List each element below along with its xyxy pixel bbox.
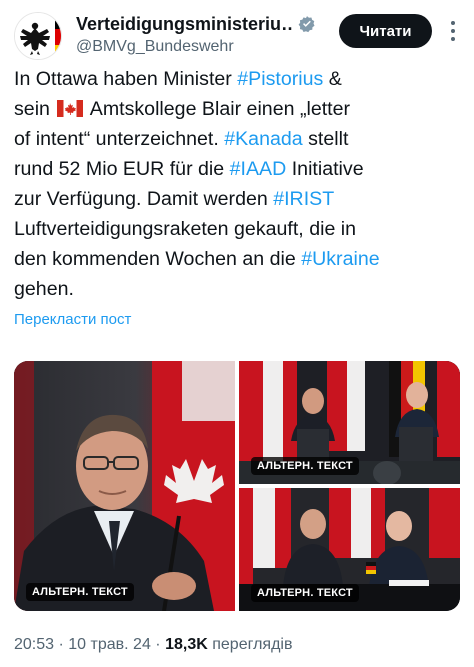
post-time[interactable]: 20:53 [14, 636, 54, 653]
tweet-text-line: Luftverteidigungsraketen gekauft, die in [14, 214, 460, 244]
photo-portrait-image [14, 361, 235, 611]
display-name[interactable]: Verteidigungsministeriu… [76, 14, 292, 35]
canada-flag-icon [57, 96, 84, 117]
tweet-text-segment: & [323, 68, 342, 90]
photo-press-conference[interactable]: АЛЬТЕРН. ТЕКСТ [239, 361, 460, 484]
tweet-text-line: sein Amtskollege Blair einen „letter [14, 94, 460, 124]
eagle-logo-icon [15, 13, 61, 59]
alt-text-badge[interactable]: АЛЬТЕРН. ТЕКСТ [26, 583, 134, 601]
meta-separator: · [155, 636, 161, 653]
tweet-text-line: den kommenden Wochen an die #Ukraine [14, 244, 460, 274]
hashtag-link[interactable]: #IRIST [273, 188, 334, 210]
tweet-text-line: gehen. [14, 274, 460, 304]
post-meta: 20:53 · 10 трав. 24 · 18,3K переглядів [14, 636, 292, 654]
tweet-text-segment: Luftverteidigungsraketen gekauft, die in [14, 218, 357, 240]
tweet-text-segment: Initiative [286, 158, 364, 180]
alt-text-badge[interactable]: АЛЬТЕРН. ТЕКСТ [251, 584, 359, 602]
hashtag-link[interactable]: #Kanada [224, 128, 302, 150]
read-button[interactable]: Читати [339, 14, 432, 48]
tweet-text-line: zur Verfügung. Damit werden #IRIST [14, 184, 460, 214]
alt-text-badge[interactable]: АЛЬТЕРН. ТЕКСТ [251, 457, 359, 475]
hashtag-link[interactable]: #Ukraine [301, 248, 379, 270]
tweet-text: In Ottawa haben Minister #Pistorius & sei… [14, 64, 460, 304]
tweet-text-segment: In Ottawa haben Minister [14, 68, 238, 90]
tweet-text-segment: sein [14, 98, 56, 120]
hashtag-link[interactable]: #IAAD [230, 158, 287, 180]
name-row: Verteidigungsministeriu… [76, 12, 316, 36]
tweet-text-segment: rund 52 Mio EUR für die [14, 158, 230, 180]
more-options-icon[interactable] [442, 16, 464, 46]
translate-post-link[interactable]: Перекласти пост [14, 311, 131, 328]
user-handle[interactable]: @BMVg_Bundeswehr [76, 38, 234, 56]
views-count: 18,3K [165, 636, 208, 653]
views-label: переглядів [212, 636, 293, 653]
meta-separator: · [58, 636, 64, 653]
tweet-text-segment: stellt [302, 128, 349, 150]
avatar[interactable] [14, 12, 62, 60]
tweet-text-line: rund 52 Mio EUR für die #IAAD Initiative [14, 154, 460, 184]
tweet-text-line: of intent“ unterzeichnet. #Kanada stellt [14, 124, 460, 154]
post-date[interactable]: 10 трав. 24 [68, 636, 151, 653]
tweet-text-segment: den kommenden Wochen an die [14, 248, 302, 270]
photo-signing[interactable]: АЛЬТЕРН. ТЕКСТ [239, 488, 460, 611]
photo-minister-portrait[interactable]: АЛЬТЕРН. ТЕКСТ [14, 361, 235, 611]
tweet-text-segment: Amtskollege Blair einen „letter [85, 98, 351, 120]
tweet-text-segment: of intent“ unterzeichnet. [14, 128, 225, 150]
hashtag-link[interactable]: #Pistorius [237, 68, 323, 90]
tweet-text-line: In Ottawa haben Minister #Pistorius & [14, 64, 460, 94]
post-header: Verteidigungsministeriu… @BMVg_Bundesweh… [14, 8, 460, 60]
verified-badge-icon [298, 16, 315, 33]
media-grid: АЛЬТЕРН. ТЕКСТ АЛЬТЕРН. ТЕКСТ АЛЬТЕРН. Т… [14, 361, 460, 611]
tweet-text-segment: gehen. [14, 278, 74, 300]
tweet-text-segment: zur Verfügung. Damit werden [14, 188, 274, 210]
